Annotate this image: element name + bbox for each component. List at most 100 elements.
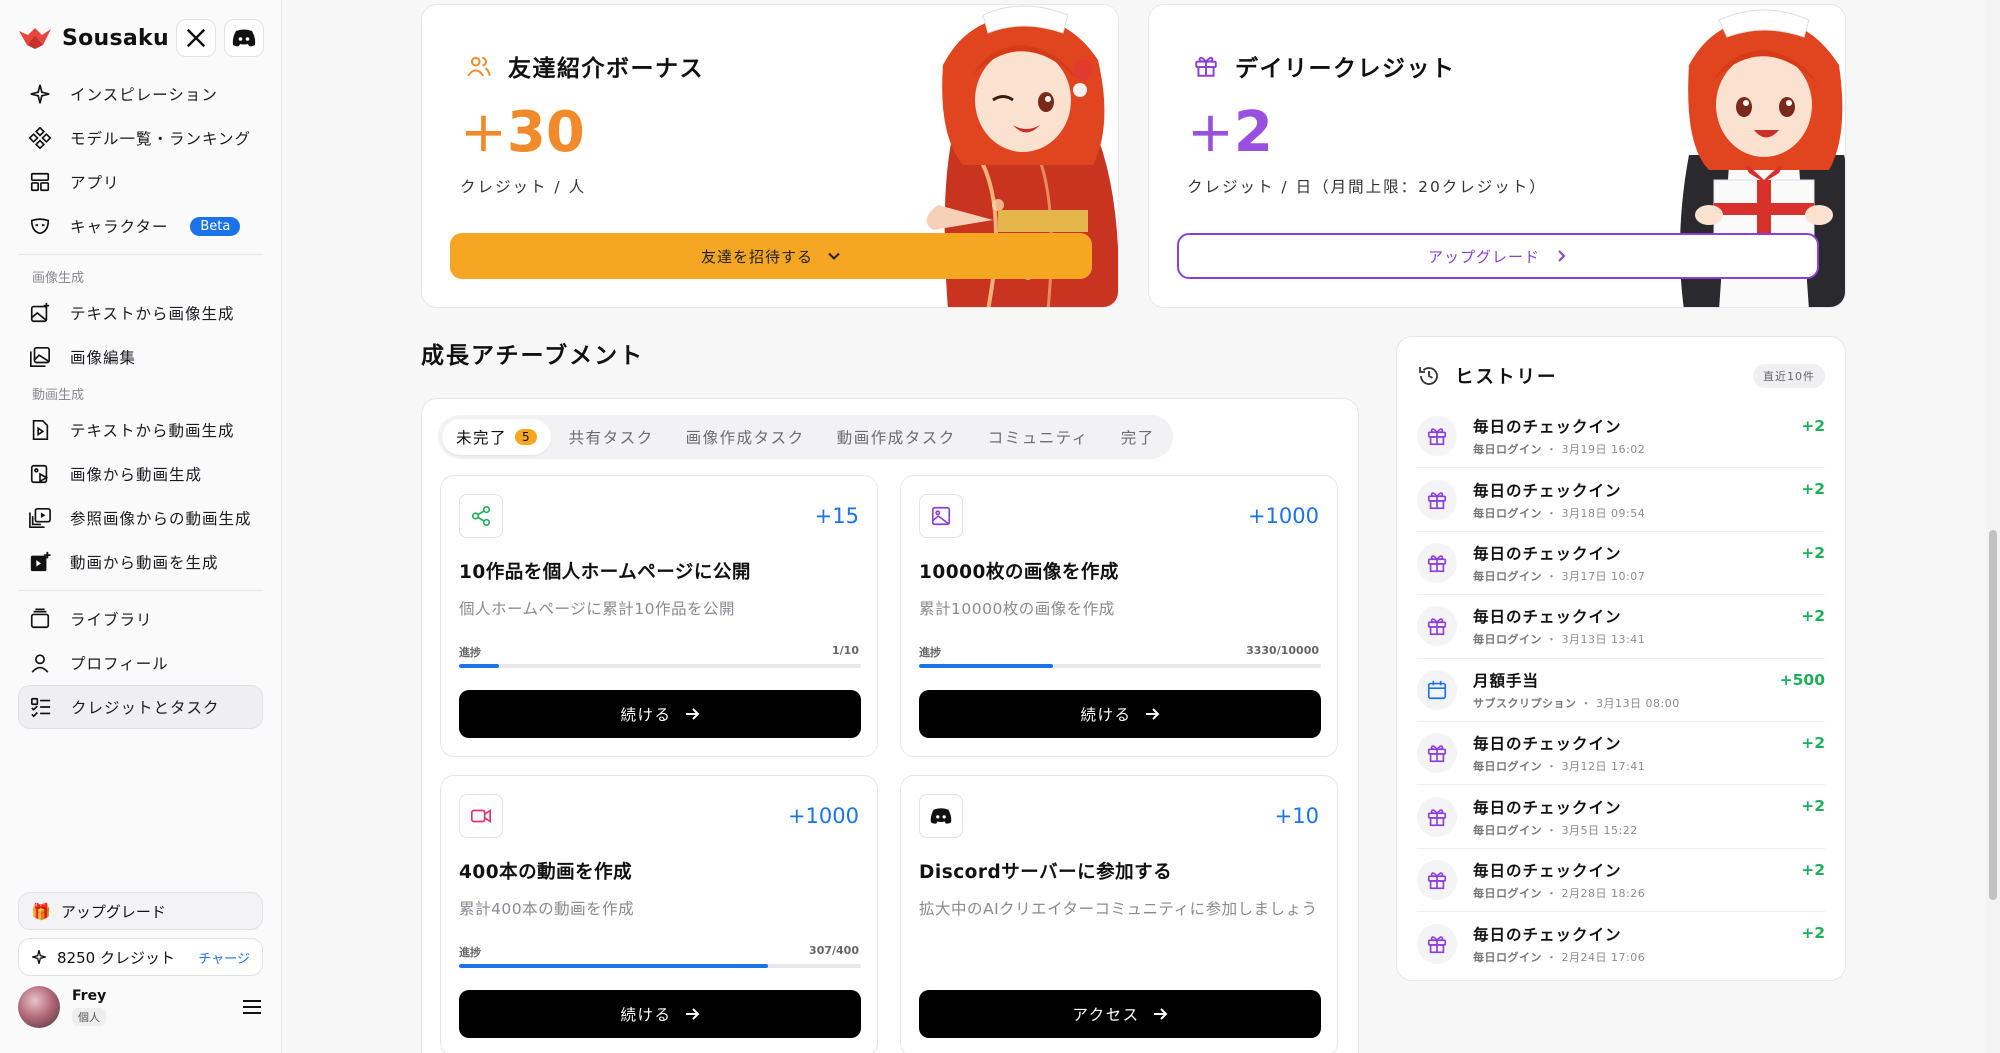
task-card: +15 10作品を個人ホームページに公開 個人ホームページに累計10作品を公開 … (440, 475, 878, 757)
sidebar-item-credits-tasks[interactable]: クレジットとタスク (18, 685, 263, 729)
daily-title: デイリークレジット (1235, 56, 1456, 82)
gift-icon (1417, 796, 1457, 837)
tab-label: 動画作成タスク (836, 429, 956, 447)
sidebar-item-apps[interactable]: アプリ (18, 160, 263, 204)
x-icon (186, 28, 206, 48)
tab-community[interactable]: コミュニティ (974, 419, 1103, 455)
meta-separator: ・ (1542, 569, 1562, 583)
history-title: ヒストリー (1455, 367, 1558, 388)
sidebar-item-image-edit[interactable]: 画像編集 (18, 335, 263, 379)
sidebar-item-reference-to-video[interactable]: 参照画像からの動画生成 (18, 496, 263, 540)
tab-completed[interactable]: 完了 (1107, 419, 1169, 455)
credits-box: 8250 クレジット チャージ (18, 938, 263, 976)
sidebar-item-character[interactable]: キャラクター Beta (18, 204, 263, 248)
upgrade-daily-button[interactable]: アップグレード (1177, 233, 1819, 279)
scrollbar-thumb[interactable] (1989, 530, 1997, 900)
task-description: 累計400本の動画を作成 (459, 900, 635, 918)
history-item-source: 毎日ログイン (1473, 633, 1542, 647)
tab-label: 完了 (1120, 429, 1155, 447)
user-icon (31, 654, 49, 673)
tab-incomplete[interactable]: 未完了 5 (442, 419, 551, 455)
sidebar-item-library[interactable]: ライブラリ (18, 597, 263, 641)
history-item-date: 2月28日 18:26 (1561, 886, 1646, 900)
history-item-source: 毎日ログイン (1473, 506, 1542, 520)
sidebar-item-video-to-video[interactable]: 動画から動画を生成 (18, 540, 263, 584)
sidebar-item-text-to-video[interactable]: テキストから動画生成 (18, 408, 263, 452)
tab-label: 画像作成タスク (685, 429, 805, 447)
user-profile[interactable]: Frey 個人 (18, 982, 263, 1032)
gift-icon (1417, 733, 1457, 774)
task-points: +15 (814, 504, 859, 528)
history-item-name: 毎日のチェックイン (1473, 925, 1622, 944)
sparkle-icon (32, 950, 46, 964)
sidebar-item-text-to-image[interactable]: テキストから画像生成 (18, 291, 263, 335)
gift-icon (1417, 479, 1457, 520)
progress-bar-fill (459, 664, 500, 668)
continue-button[interactable]: 続ける (459, 690, 861, 738)
progress-value: 3330/10000 (1246, 644, 1319, 657)
history-panel: ヒストリー 直近10件 毎日のチェックイン 毎日ログイン ・ 3月19日 16:0… (1396, 336, 1846, 981)
history-item-meta: 毎日ログイン ・ 3月13日 13:41 (1473, 631, 1785, 647)
sidebar-item-label: キャラクター (70, 218, 169, 236)
task-card: +1000 400本の動画を作成 累計400本の動画を作成 進捗 307/400… (440, 775, 878, 1053)
image-video-icon (30, 464, 49, 484)
continue-button[interactable]: 続ける (459, 990, 861, 1038)
progress-value: 307/400 (809, 944, 859, 957)
sparkle-icon (30, 84, 50, 104)
history-item-source: 毎日ログイン (1473, 950, 1542, 964)
discord-social-button[interactable] (224, 19, 264, 57)
history-item-amount: +2 (1801, 797, 1825, 816)
arrow-right-icon (685, 1008, 699, 1020)
sidebar-item-label: テキストから画像生成 (70, 305, 235, 323)
history-item-amount: +2 (1801, 607, 1825, 626)
history-row: 毎日のチェックイン 毎日ログイン ・ 3月13日 13:41 +2 (1417, 595, 1825, 659)
history-item-name: 毎日のチェックイン (1473, 418, 1622, 437)
sidebar-item-profile[interactable]: プロフィール (18, 641, 263, 685)
upgrade-button[interactable]: 🎁 アップグレード (18, 892, 263, 930)
access-button[interactable]: アクセス (919, 990, 1321, 1038)
continue-button[interactable]: 続ける (919, 690, 1321, 738)
sidebar-item-image-to-video[interactable]: 画像から動画生成 (18, 452, 263, 496)
meta-separator: ・ (1576, 696, 1596, 710)
daily-unit: クレジット / 日（月間上限：20クレジット） (1187, 178, 1547, 196)
progress-value: 1/10 (832, 644, 859, 657)
history-item-amount: +2 (1801, 924, 1825, 943)
continue-label: 続ける (620, 706, 672, 724)
sidebar-item-models[interactable]: モデル一覧・ランキング (18, 116, 263, 160)
referral-card: 友達紹介ボーナス +30 クレジット / 人 友達を招待する (421, 4, 1119, 308)
history-item-meta: サブスクリプション ・ 3月13日 08:00 (1473, 695, 1764, 711)
arrow-right-icon (685, 708, 699, 720)
history-row-main: 毎日のチェックイン毎日ログイン ・ 3月19日 16:02 (1473, 415, 1785, 457)
history-item-name: 毎日のチェックイン (1473, 735, 1622, 754)
video-camera-icon (459, 794, 503, 838)
charge-link[interactable]: チャージ (198, 948, 250, 967)
history-item-source: 毎日ログイン (1473, 569, 1542, 583)
history-item-date: 3月13日 13:41 (1561, 633, 1646, 647)
discord-icon (919, 794, 963, 838)
tab-count-badge: 5 (515, 429, 537, 445)
history-item-meta: 毎日ログイン ・ 3月19日 16:02 (1473, 441, 1785, 457)
history-item-meta: 毎日ログイン ・ 3月18日 09:54 (1473, 505, 1785, 521)
history-item-amount: +2 (1801, 417, 1825, 435)
page-scrollbar[interactable] (1986, 0, 2000, 1053)
tab-image-tasks[interactable]: 画像作成タスク (672, 419, 819, 455)
history-item-meta: 毎日ログイン ・ 2月24日 17:06 (1473, 949, 1785, 965)
user-plan-tag: 個人 (72, 1008, 106, 1026)
x-social-button[interactable] (176, 19, 216, 57)
history-item-date: 3月19日 16:02 (1561, 443, 1646, 457)
menu-icon[interactable] (241, 998, 263, 1016)
history-list: 毎日のチェックイン 毎日ログイン ・ 3月19日 16:02 +2 毎日のチェックイン… (1417, 405, 1825, 976)
invite-friends-button[interactable]: 友達を招待する (450, 233, 1092, 279)
history-item-amount: +500 (1779, 670, 1825, 689)
brand[interactable]: Sousaku (18, 18, 169, 58)
tab-share[interactable]: 共有タスク (555, 419, 668, 455)
history-row-main: 毎日のチェックイン 毎日ログイン ・ 2月28日 18:26 (1473, 859, 1785, 901)
history-row: 毎日のチェックイン 毎日ログイン ・ 3月17日 10:07 +2 (1417, 532, 1825, 596)
models-icon (28, 127, 52, 149)
history-row-main: 毎日のチェックイン 毎日ログイン ・ 3月12日 17:41 (1473, 732, 1785, 774)
sidebar-item-inspiration[interactable]: インスピレーション (18, 72, 263, 116)
tab-video-tasks[interactable]: 動画作成タスク (823, 419, 970, 455)
reference-video-icon (29, 508, 51, 528)
history-row: 毎日のチェックイン毎日ログイン ・ 3月19日 16:02 +2 (1417, 405, 1825, 469)
history-item-date: 3月5日 15:22 (1561, 823, 1638, 837)
